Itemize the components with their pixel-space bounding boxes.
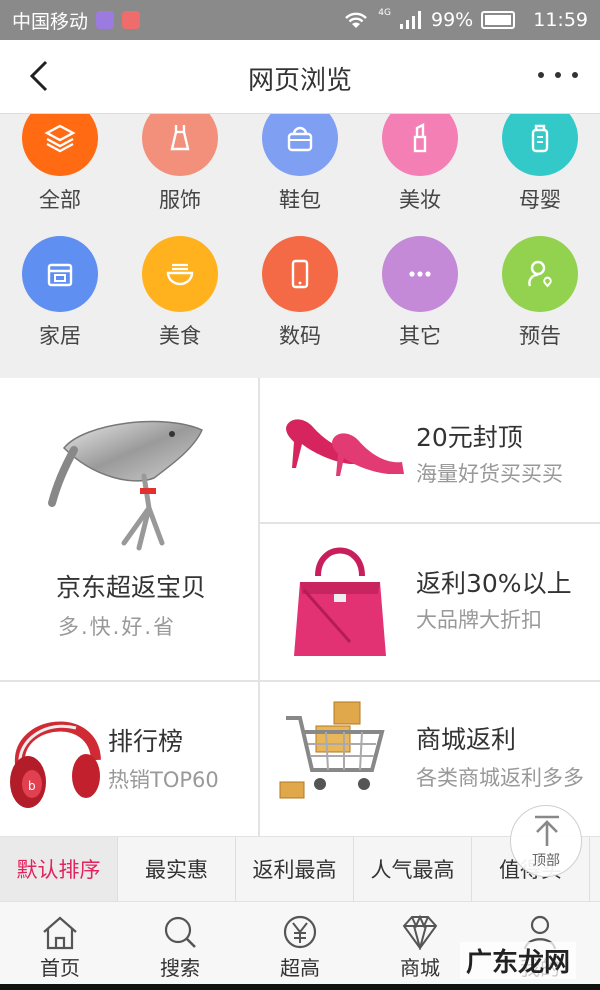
category-all[interactable]: 全部 — [0, 114, 120, 214]
promo-title: 20元封顶 — [416, 423, 523, 452]
search-icon — [164, 916, 196, 948]
battery-percent: 99% — [431, 9, 474, 31]
category-label: 预告 — [519, 324, 561, 348]
nav-label: 超高 — [280, 956, 320, 980]
nav-high-rebate[interactable]: 超高 — [240, 902, 360, 984]
tab-best-value[interactable]: 最实惠 — [118, 837, 236, 901]
home-box-icon — [22, 236, 98, 312]
high-heels-image — [286, 419, 404, 476]
category-grid: 全部 服饰 鞋包 美妆 母婴 家居 美食 数码 其它 预告 — [0, 114, 600, 378]
phone-icon — [262, 236, 338, 312]
category-food[interactable]: 美食 — [120, 236, 240, 350]
promo-jd-rebate[interactable]: 京东超返宝贝 多.快.好.省 — [0, 378, 258, 680]
diamond-icon — [402, 914, 438, 950]
svg-text:b: b — [28, 779, 36, 793]
baby-bottle-icon — [502, 114, 578, 176]
category-label: 鞋包 — [279, 188, 321, 212]
back-to-top-button[interactable]: 顶部 — [510, 805, 582, 877]
promo-title: 商城返利 — [416, 725, 517, 754]
category-baby[interactable]: 母婴 — [480, 114, 600, 214]
nav-search[interactable]: 搜索 — [120, 902, 240, 984]
promo-subtitle: 热销TOP60 — [108, 768, 219, 792]
category-label: 美妆 — [399, 188, 441, 212]
status-bar: 中国移动 4G 99% 11:59 — [0, 0, 600, 40]
clock: 11:59 — [533, 9, 588, 31]
page-title: 网页浏览 — [247, 66, 352, 96]
promo-title: 京东超返宝贝 — [56, 573, 207, 602]
category-label: 家居 — [39, 324, 81, 348]
carrier-name: 中国移动 — [12, 10, 89, 33]
tab-most-popular[interactable]: 人气最高 — [354, 837, 472, 901]
noodle-bowl-icon — [142, 236, 218, 312]
category-other[interactable]: 其它 — [360, 236, 480, 350]
nav-label: 首页 — [40, 956, 80, 980]
lipstick-icon — [382, 114, 458, 176]
category-label: 其它 — [399, 324, 441, 348]
category-label: 美食 — [159, 324, 201, 348]
layers-icon — [22, 114, 98, 176]
yen-coin-icon — [283, 915, 317, 949]
category-clothing[interactable]: 服饰 — [120, 114, 240, 214]
handbag-icon — [262, 114, 338, 176]
promo-20-yuan-cap[interactable]: 20元封顶 海量好货买买买 — [260, 378, 600, 522]
headphones-image: b — [10, 721, 101, 808]
promo-subtitle: 各类商城返利多多 — [416, 766, 584, 790]
network-type: 4G — [378, 8, 391, 18]
category-label: 服饰 — [159, 188, 201, 212]
category-label: 数码 — [279, 324, 321, 348]
promo-rebate-30[interactable]: 返利30%以上 大品牌大折扣 — [260, 524, 600, 680]
app-root: 中国移动 4G 99% 11:59 网页浏览 全部 服饰 鞋包 美妆 母婴 家居… — [0, 0, 600, 990]
more-dots-icon[interactable] — [538, 60, 578, 90]
category-label: 母婴 — [519, 188, 561, 212]
dress-icon — [142, 114, 218, 176]
wifi-icon — [345, 12, 368, 28]
jd-dog-mascot-image — [48, 420, 203, 551]
category-digital[interactable]: 数码 — [240, 236, 360, 350]
promo-section: 京东超返宝贝 多.快.好.省 20元封顶 海量好货买买买 返利30%以上 大品牌… — [0, 378, 600, 836]
title-bar: 网页浏览 — [0, 40, 600, 114]
nav-label: 搜索 — [160, 956, 200, 980]
arrow-up-icon — [535, 815, 559, 846]
promo-subtitle: 海量好货买买买 — [416, 462, 563, 486]
home-icon — [43, 916, 77, 950]
forecast-icon — [502, 236, 578, 312]
battery-icon — [481, 11, 516, 29]
tab-highest-rebate[interactable]: 返利最高 — [236, 837, 354, 901]
promo-title: 排行榜 — [108, 727, 184, 756]
app-notification-icon — [122, 11, 141, 29]
watermark: 广东龙网 — [460, 942, 577, 979]
category-preview[interactable]: 预告 — [480, 236, 600, 350]
category-home[interactable]: 家居 — [0, 236, 120, 350]
ellipsis-icon — [382, 236, 458, 312]
category-cosmetics[interactable]: 美妆 — [360, 114, 480, 214]
nav-home[interactable]: 首页 — [0, 902, 120, 984]
category-shoes-bags[interactable]: 鞋包 — [240, 114, 360, 214]
promo-subtitle: 大品牌大折扣 — [416, 608, 542, 632]
screen-edge — [0, 984, 600, 990]
promo-ranking[interactable]: b 排行榜 热销TOP60 — [0, 682, 258, 836]
handbag-image — [294, 547, 386, 656]
gallery-notification-icon — [96, 11, 115, 29]
tab-default-sort[interactable]: 默认排序 — [0, 837, 118, 901]
promo-title: 返利30%以上 — [416, 569, 572, 598]
shopping-cart-image — [279, 701, 385, 799]
category-label: 全部 — [39, 188, 81, 212]
signal-icon — [400, 11, 421, 29]
promo-subtitle: 多.快.好.省 — [58, 615, 177, 639]
back-to-top-label: 顶部 — [532, 853, 560, 869]
